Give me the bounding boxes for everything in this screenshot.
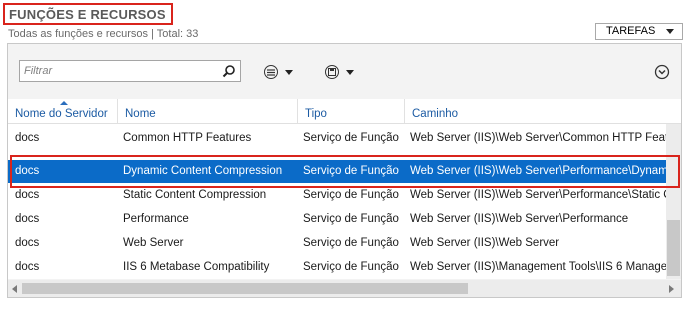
cell-type: Serviço de Função (303, 165, 399, 177)
cell-name: Common HTTP Features (123, 132, 252, 144)
table-row[interactable]: docs Common HTTP Features Serviço de Fun… (8, 127, 666, 150)
cell-name: Static Content Compression (123, 189, 267, 201)
filter-box[interactable] (19, 60, 241, 82)
cell-path: Web Server (IIS)\Management Tools\IIS 6 … (410, 261, 666, 273)
cell-name: Dynamic Content Compression (123, 165, 283, 177)
list-options-button[interactable] (264, 64, 293, 80)
cell-server: docs (15, 189, 40, 201)
section-title: FUNÇÕES E RECURSOS (3, 3, 173, 25)
table-header: Nome do Servidor Nome Tipo Caminho (8, 99, 681, 124)
table-row[interactable]: docs Static Content Compression Serviço … (8, 184, 666, 207)
column-header-type[interactable]: Tipo (298, 99, 405, 123)
vertical-scroll-thumb[interactable] (667, 220, 680, 276)
tasks-label: TAREFAS (606, 25, 656, 37)
scroll-left-icon[interactable] (12, 285, 17, 293)
table-row[interactable]: docs Web Server Serviço de Função Web Se… (8, 232, 666, 255)
tasks-dropdown-button[interactable]: TAREFAS (595, 23, 683, 40)
chevron-down-icon (285, 69, 293, 75)
list-options-icon (264, 65, 278, 79)
cell-server: docs (15, 165, 40, 177)
section-subtitle: Todas as funções e recursos | Total: 33 (8, 28, 199, 40)
roles-features-panel: Nome do Servidor Nome Tipo Caminho docs … (7, 43, 682, 298)
cell-type: Serviço de Função (303, 213, 399, 225)
expand-collapse-icon (654, 64, 670, 80)
horizontal-scroll-thumb[interactable] (22, 283, 468, 294)
save-query-button[interactable] (325, 64, 354, 80)
cell-server: docs (15, 261, 40, 273)
filter-input[interactable] (24, 64, 214, 78)
cell-type: Serviço de Função (303, 237, 399, 249)
vertical-scrollbar[interactable] (666, 124, 681, 279)
chevron-down-icon (346, 69, 354, 75)
save-query-icon (325, 65, 339, 79)
search-icon[interactable] (222, 64, 236, 78)
horizontal-scrollbar[interactable] (8, 280, 681, 297)
cell-path: Web Server (IIS)\Web Server\Performance\… (410, 189, 666, 201)
cell-server: docs (15, 237, 40, 249)
cell-name: IIS 6 Metabase Compatibility (123, 261, 270, 273)
cell-path: Web Server (IIS)\Web Server\Performance\… (410, 165, 666, 177)
column-header-path[interactable]: Caminho (405, 99, 681, 123)
table-row[interactable]: docs IIS 6 Metabase Compatibility Serviç… (8, 256, 666, 279)
table-row[interactable]: docs Performance Serviço de Função Web S… (8, 208, 666, 231)
chevron-down-icon (666, 29, 674, 34)
cell-path: Web Server (IIS)\Web Server\Performance (410, 213, 629, 225)
cell-name: Web Server (123, 237, 184, 249)
expand-collapse-button[interactable] (654, 64, 670, 80)
sort-ascending-icon (60, 101, 68, 105)
cell-type: Serviço de Função (303, 189, 399, 201)
column-header-name[interactable]: Nome (118, 99, 298, 123)
cell-server: docs (15, 213, 40, 225)
cell-name: Performance (123, 213, 189, 225)
column-header-server[interactable]: Nome do Servidor (8, 99, 118, 123)
cell-path: Web Server (IIS)\Web Server\Common HTTP … (410, 132, 666, 144)
cell-type: Serviço de Função (303, 132, 399, 144)
table-body: docs Common HTTP Features Serviço de Fun… (8, 124, 666, 279)
scroll-right-icon[interactable] (669, 285, 674, 293)
cell-path: Web Server (IIS)\Web Server (410, 237, 560, 249)
table-row-selected[interactable]: docs Dynamic Content Compression Serviço… (8, 160, 666, 183)
cell-type: Serviço de Função (303, 261, 399, 273)
cell-server: docs (15, 132, 40, 144)
